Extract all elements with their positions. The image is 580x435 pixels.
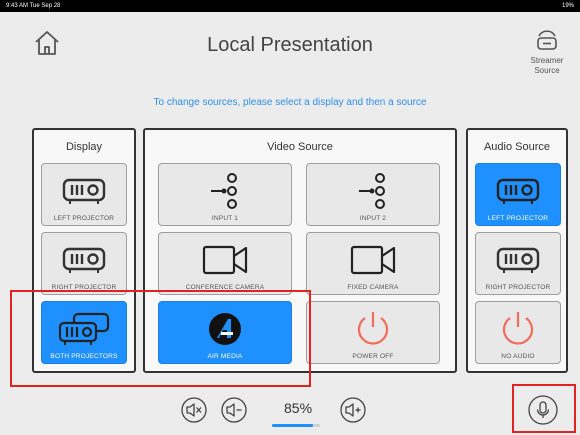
status-battery: 19% — [561, 3, 574, 9]
cast-icon — [537, 30, 557, 50]
audio-source-panel: Audio Source LEFT PROJECTOR RIGHT PROJEC… — [466, 128, 568, 373]
power-icon — [502, 312, 534, 345]
display-panel-title: Display — [65, 141, 103, 153]
video-input1-label: INPUT 1 — [211, 215, 239, 222]
audio-right-projector-button[interactable]: RIGHT PROJECTOR — [475, 232, 561, 295]
highlight-box-microphone — [512, 384, 576, 433]
page-title: Local Presentation — [207, 34, 373, 56]
mute-button[interactable] — [181, 397, 207, 423]
video-fixed-camera-label: FIXED CAMERA — [347, 284, 399, 291]
audio-left-projector-label: LEFT PROJECTOR — [487, 215, 549, 222]
speaker-mute-icon — [181, 397, 207, 423]
audio-no-audio-label: NO AUDIO — [501, 353, 535, 360]
volume-down-icon — [221, 397, 247, 423]
display-left-projector-label: LEFT PROJECTOR — [53, 215, 115, 222]
volume-down-button[interactable] — [221, 397, 247, 423]
camera-icon — [350, 245, 396, 275]
audio-right-projector-label: RIGHT PROJECTOR — [485, 284, 551, 291]
highlight-box-sources — [10, 290, 311, 387]
volume-level-text: 85% — [284, 400, 313, 416]
display-right-projector-button[interactable]: RIGHT PROJECTOR — [41, 232, 127, 295]
display-left-projector-button[interactable]: LEFT PROJECTOR — [41, 163, 127, 226]
projector-icon — [496, 178, 540, 204]
projector-icon — [62, 247, 106, 273]
projector-icon — [496, 247, 540, 273]
volume-bar — [272, 424, 320, 427]
audio-left-projector-button[interactable]: LEFT PROJECTOR — [475, 163, 561, 226]
video-input2-button[interactable]: INPUT 2 — [306, 163, 440, 226]
volume-bar-fill — [272, 424, 313, 427]
instruction-text: To change sources, please select a displ… — [153, 97, 427, 108]
video-input2-label: INPUT 2 — [359, 215, 387, 222]
input-icon — [359, 173, 385, 209]
audio-no-audio-button[interactable]: NO AUDIO — [475, 301, 561, 364]
video-input1-button[interactable]: INPUT 1 — [158, 163, 292, 226]
streamer-label-1: Streamer — [530, 56, 564, 65]
video-panel-title: Video Source — [267, 141, 333, 153]
input-icon — [211, 173, 237, 209]
video-conference-camera-button[interactable]: CONFERENCE CAMERA — [158, 232, 292, 295]
power-icon — [357, 312, 389, 345]
camera-icon — [202, 245, 248, 275]
streamer-source-button[interactable]: Streamer Source — [523, 27, 571, 83]
streamer-label-2: Source — [534, 66, 560, 75]
video-power-off-button[interactable]: POWER OFF — [306, 301, 440, 364]
video-power-off-label: POWER OFF — [352, 353, 394, 360]
projector-icon — [62, 178, 106, 204]
video-fixed-camera-button[interactable]: FIXED CAMERA — [306, 232, 440, 295]
volume-up-icon — [340, 397, 366, 423]
audio-panel-title: Audio Source — [483, 141, 551, 153]
status-time: 9:43 AM Tue Sep 28 — [6, 3, 61, 9]
volume-up-button[interactable] — [340, 397, 366, 423]
status-bar: 9:43 AM Tue Sep 28 19% — [0, 0, 580, 12]
